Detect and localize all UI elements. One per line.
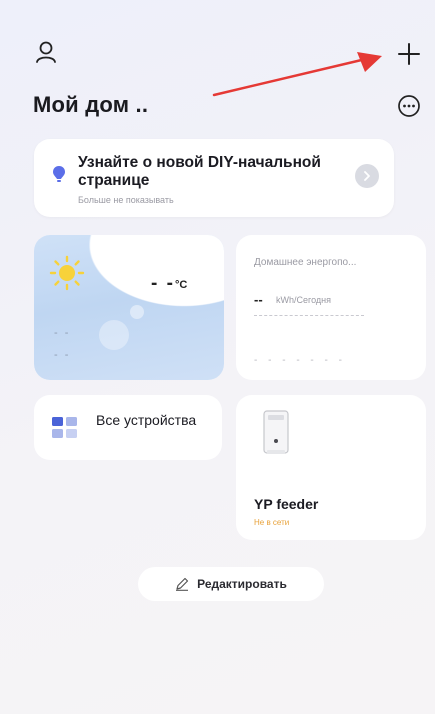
diy-banner[interactable]: Узнайте о новой DIY-начальной странице Б… xyxy=(34,139,394,217)
energy-value: -- xyxy=(254,292,263,307)
energy-placeholder: - - - - - - - xyxy=(254,355,346,366)
energy-card[interactable]: Домашнее энергопо... -- kWh/Сегодня - - … xyxy=(236,235,426,380)
more-button[interactable] xyxy=(395,92,423,120)
all-devices-label: Все устройства xyxy=(96,412,197,428)
device-card[interactable]: YP feeder Не в сети xyxy=(236,395,426,540)
plus-icon xyxy=(398,43,420,65)
sun-icon xyxy=(49,255,85,291)
energy-title: Домашнее энергопо... xyxy=(254,257,357,268)
energy-divider xyxy=(254,315,364,316)
annotation-arrow xyxy=(212,52,382,97)
pet-feeder-icon xyxy=(263,410,289,454)
weather-detail-1: - - xyxy=(54,327,71,339)
more-circle-icon xyxy=(398,95,420,117)
chevron-right-icon xyxy=(364,171,370,181)
weather-decoration xyxy=(99,320,129,350)
temperature-value: - -°C xyxy=(151,273,188,294)
add-button[interactable] xyxy=(393,38,425,70)
device-name: YP feeder xyxy=(254,496,319,512)
home-title[interactable]: Мой дом .. xyxy=(33,92,148,118)
weather-card[interactable]: - -°C - - - - xyxy=(34,235,224,380)
edit-label: Редактировать xyxy=(197,577,287,591)
device-grid-icon xyxy=(52,417,77,438)
temperature-unit: °C xyxy=(174,279,188,291)
banner-open-button[interactable] xyxy=(355,164,379,188)
edit-button[interactable]: Редактировать xyxy=(138,567,324,601)
lightbulb-icon xyxy=(53,166,65,182)
banner-dismiss-link[interactable]: Больше не показывать xyxy=(78,195,174,205)
pencil-icon xyxy=(176,577,189,591)
banner-title: Узнайте о новой DIY-начальной странице xyxy=(78,154,321,189)
energy-unit: kWh/Сегодня xyxy=(276,295,331,305)
all-devices-button[interactable]: Все устройства xyxy=(34,395,222,460)
weather-decoration xyxy=(130,305,144,319)
profile-icon xyxy=(36,41,56,63)
device-status: Не в сети xyxy=(254,518,290,527)
profile-button[interactable] xyxy=(32,38,60,66)
weather-detail-2: - - xyxy=(54,349,71,361)
